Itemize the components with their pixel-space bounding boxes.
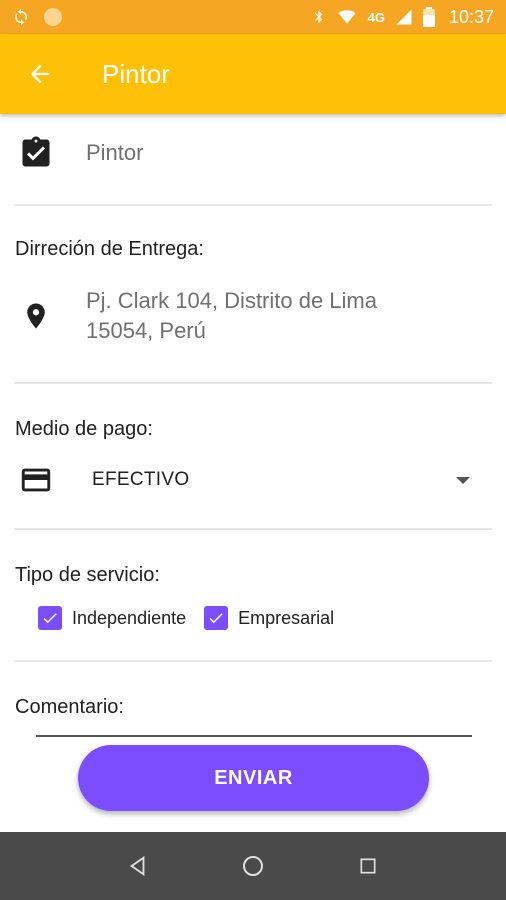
app-bar: Pintor (0, 34, 506, 114)
address-line-1: Pj. Clark 104, Distrito de Lima (86, 288, 377, 313)
notification-dot-icon (44, 8, 62, 26)
delivery-label: Dirreción de Entrega: (15, 238, 204, 260)
bluetooth-icon (314, 11, 322, 23)
payment-method-select[interactable]: EFECTIVO (92, 460, 476, 500)
checkbox-empresarial[interactable]: Empresarial (204, 606, 334, 630)
comment-underline (36, 735, 472, 737)
triangle-back-icon (129, 856, 145, 876)
checkbox-checked-icon[interactable] (38, 606, 62, 630)
back-button[interactable] (20, 54, 60, 94)
location-pin-icon (16, 296, 56, 336)
nav-back-button[interactable] (118, 846, 158, 886)
divider (14, 660, 492, 662)
circle-home-icon (242, 856, 263, 876)
divider (14, 528, 492, 530)
dropdown-arrow-icon (456, 476, 470, 484)
order-form: Pintor Dirreción de Entrega: Pj. Clark 1… (0, 114, 506, 832)
page-title: Pintor (102, 58, 170, 89)
signal-icon (396, 9, 412, 25)
status-bar: 4G 10:37 (0, 0, 506, 34)
delivery-address: Pj. Clark 104, Distrito de Lima 15054, P… (86, 286, 377, 346)
service-type-options: Independiente Empresarial (38, 606, 334, 630)
payment-row: EFECTIVO (16, 460, 490, 500)
wifi-icon (337, 10, 356, 24)
address-line-2: 15054, Perú (86, 318, 206, 343)
nav-home-button[interactable] (233, 846, 273, 886)
arrow-back-icon (30, 64, 50, 84)
divider (14, 204, 492, 206)
payment-label: Medio de pago: (15, 418, 153, 440)
service-type-label: Tipo de servicio: (15, 564, 160, 586)
checkbox-checked-icon[interactable] (204, 606, 229, 630)
checkbox-label: Independiente (72, 607, 187, 628)
comment-input[interactable] (36, 714, 472, 736)
credit-card-icon (16, 462, 56, 498)
clock: 10:37 (448, 6, 494, 27)
service-name: Pintor (86, 140, 144, 165)
divider (14, 382, 492, 384)
payment-selected-value: EFECTIVO (92, 469, 190, 490)
assignment-turned-in-icon (16, 133, 56, 173)
checkbox-independiente[interactable]: Independiente (38, 606, 186, 630)
nav-recents-button[interactable] (348, 846, 388, 886)
sync-icon (15, 8, 27, 26)
checkbox-label: Empresarial (238, 607, 335, 628)
network-type: 4G (367, 9, 385, 25)
battery-icon (422, 7, 435, 27)
square-recents-icon (360, 858, 376, 874)
delivery-address-row: Pj. Clark 104, Distrito de Lima 15054, P… (16, 286, 490, 350)
service-row: Pintor (16, 130, 490, 180)
send-button[interactable]: ENVIAR (78, 745, 429, 811)
navigation-bar (0, 832, 506, 900)
